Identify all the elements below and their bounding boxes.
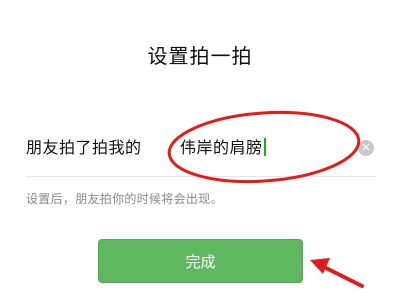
pat-suffix-field[interactable]: 朋友拍了拍我的 伟岸的肩膀 ✕ bbox=[26, 128, 376, 168]
dialog-title: 设置拍一拍 bbox=[147, 44, 253, 68]
pat-suffix-input[interactable]: 伟岸的肩膀 bbox=[180, 134, 266, 158]
clear-icon[interactable]: ✕ bbox=[358, 140, 374, 156]
input-underline bbox=[26, 176, 376, 177]
hint-text: 设置后，朋友拍你的时候将会出现。 bbox=[26, 192, 223, 206]
pat-suffix-value: 伟岸的肩膀 bbox=[180, 138, 263, 157]
input-prefix-label: 朋友拍了拍我的 bbox=[26, 138, 142, 157]
set-pat-dialog: 设置拍一拍 朋友拍了拍我的 伟岸的肩膀 ✕ 设置后，朋友拍你的时候将会出现。 完… bbox=[0, 0, 400, 300]
text-caret bbox=[263, 138, 266, 156]
done-button[interactable]: 完成 bbox=[98, 239, 303, 283]
annotation-arrow bbox=[310, 258, 364, 288]
